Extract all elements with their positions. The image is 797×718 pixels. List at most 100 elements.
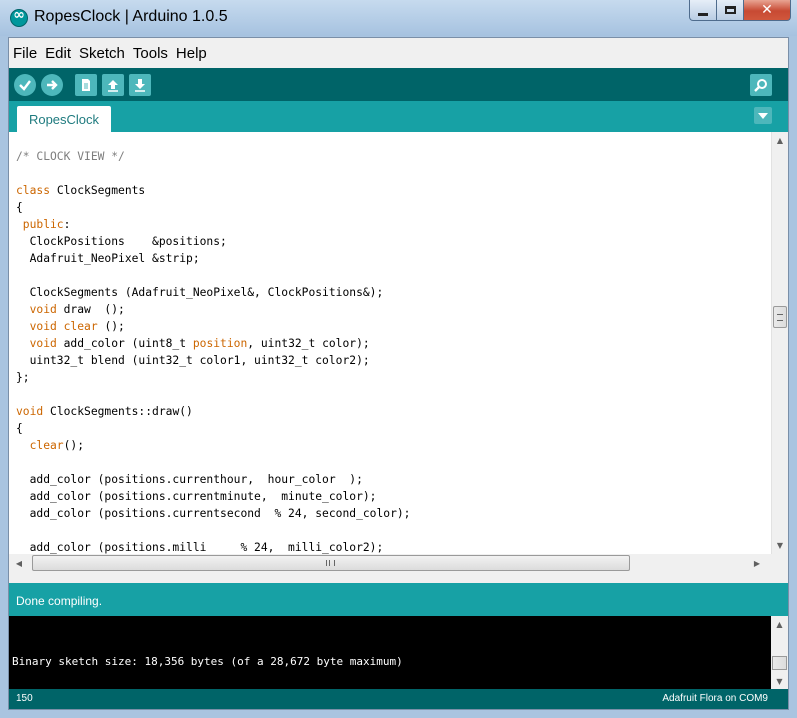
code-token: ClockSegments <box>50 184 146 197</box>
code-line[interactable] <box>16 454 410 471</box>
footer-bar: 150 Adafruit Flora on COM9 <box>9 689 788 709</box>
code-editor[interactable]: /* CLOCK VIEW */ class ClockSegments { pub… <box>9 132 788 554</box>
minimize-icon <box>698 12 708 16</box>
editor-vertical-scrollbar[interactable]: ▲ ▼ <box>771 132 788 554</box>
maximize-icon <box>724 6 736 14</box>
app-window: RopesClock | Arduino 1.0.5 ✕ File Edit S… <box>0 0 797 718</box>
editor-horizontal-scrollbar[interactable]: ◀ ▶ <box>9 554 788 572</box>
verify-button[interactable] <box>14 74 36 96</box>
code-line[interactable]: add_color (positions.currentminute, minu… <box>16 488 410 505</box>
code-line[interactable] <box>16 267 410 284</box>
console-text: Binary sketch size: 18,356 bytes (of a 2… <box>12 655 403 668</box>
status-message: Done compiling. <box>16 594 103 608</box>
new-button[interactable] <box>75 74 97 96</box>
open-icon <box>108 80 118 92</box>
code-keyword: void <box>16 405 44 418</box>
title-bar[interactable]: RopesClock | Arduino 1.0.5 ✕ <box>0 0 797 36</box>
code-text[interactable]: /* CLOCK VIEW */ class ClockSegments { pub… <box>16 148 410 556</box>
tab-bar: RopesClock <box>9 101 788 132</box>
code-token: ClockSegments (Adafruit_NeoPixel&, Clock… <box>16 286 384 299</box>
code-comment: /* CLOCK VIEW */ <box>16 150 125 163</box>
magnifier-icon <box>754 79 767 92</box>
console-output: Binary sketch size: 18,356 bytes (of a 2… <box>9 616 788 689</box>
code-line[interactable]: ClockSegments (Adafruit_NeoPixel&, Clock… <box>16 284 410 301</box>
ide-frame: File Edit Sketch Tools Help RopesClock /… <box>8 37 789 710</box>
horizontal-scroll-thumb[interactable] <box>32 555 630 571</box>
code-keyword: void <box>16 303 57 316</box>
close-icon: ✕ <box>761 2 773 18</box>
save-button[interactable] <box>129 74 151 96</box>
upload-button[interactable] <box>41 74 63 96</box>
menu-tools[interactable]: Tools <box>129 45 172 62</box>
code-token: ClockPositions &positions; <box>16 235 227 248</box>
console-scroll-up-icon[interactable]: ▲ <box>771 616 788 632</box>
code-line[interactable]: add_color (positions.currenthour, hour_c… <box>16 471 410 488</box>
code-keyword: clear <box>16 439 64 452</box>
verify-icon <box>19 80 31 91</box>
serial-monitor-button[interactable] <box>750 74 772 96</box>
close-button[interactable]: ✕ <box>744 0 791 21</box>
console-scroll-thumb[interactable] <box>772 656 787 670</box>
menu-bar: File Edit Sketch Tools Help <box>9 38 788 68</box>
code-token: { <box>16 422 23 435</box>
code-line[interactable]: add_color (positions.currentsecond % 24,… <box>16 505 411 522</box>
line-number: 150 <box>16 693 33 704</box>
code-line[interactable]: void clear (); <box>16 318 410 335</box>
code-line[interactable] <box>16 165 410 182</box>
scroll-down-icon[interactable]: ▼ <box>772 537 788 554</box>
code-token: ClockSegments::draw() <box>43 405 193 418</box>
code-token: (); <box>97 320 125 333</box>
code-token: add_color (uint8_t <box>56 337 193 350</box>
toolbar <box>9 68 788 101</box>
code-line[interactable]: Adafruit_NeoPixel &strip; <box>16 250 410 267</box>
code-line[interactable]: class ClockSegments <box>16 182 410 199</box>
code-line[interactable]: public: <box>16 216 410 233</box>
open-button[interactable] <box>102 74 124 96</box>
vertical-scroll-thumb[interactable] <box>773 306 787 328</box>
code-line[interactable]: { <box>16 420 410 437</box>
code-token: Adafruit_NeoPixel &strip; <box>16 252 200 265</box>
code-line[interactable]: /* CLOCK VIEW */ <box>16 148 410 165</box>
code-line[interactable]: uint32_t blend (uint32_t color1, uint32_… <box>16 352 410 369</box>
code-line[interactable]: clear(); <box>16 437 410 454</box>
code-line[interactable] <box>16 386 410 403</box>
scroll-up-icon[interactable]: ▲ <box>772 132 788 149</box>
tab-ropesclock[interactable]: RopesClock <box>17 106 111 132</box>
console-scrollbar[interactable]: ▲ ▼ <box>771 616 788 689</box>
tab-menu-button[interactable] <box>754 107 772 124</box>
code-token: (); <box>63 439 85 452</box>
code-line[interactable]: void ClockSegments::draw() <box>16 403 410 420</box>
window-title: RopesClock | Arduino 1.0.5 <box>34 8 228 25</box>
code-line[interactable]: void add_color (uint8_t position, uint32… <box>16 335 410 352</box>
status-bar: Done compiling. <box>9 583 788 616</box>
console-scroll-down-icon[interactable]: ▼ <box>771 673 788 689</box>
scroll-right-icon[interactable]: ▶ <box>749 554 765 572</box>
code-line[interactable]: }; <box>16 369 410 386</box>
code-token: add_color (positions.currenthour, hour_c… <box>16 473 363 486</box>
code-line[interactable]: ClockPositions &positions; <box>16 233 410 250</box>
code-keyword: class <box>16 184 51 197</box>
code-token: : <box>63 218 71 231</box>
menu-edit[interactable]: Edit <box>41 45 75 62</box>
upload-icon <box>47 80 58 90</box>
menu-help[interactable]: Help <box>172 45 211 62</box>
code-line[interactable] <box>16 522 410 539</box>
minimize-button[interactable] <box>689 0 717 21</box>
menu-file[interactable]: File <box>9 45 41 62</box>
code-line[interactable]: { <box>16 199 410 216</box>
code-keyword: public <box>16 218 64 231</box>
scroll-left-icon[interactable]: ◀ <box>11 554 27 572</box>
code-token: draw (); <box>56 303 125 316</box>
code-token: { <box>16 201 23 214</box>
code-token: }; <box>16 371 30 384</box>
code-keyword: clear <box>63 320 98 333</box>
chevron-down-icon <box>758 112 768 119</box>
board-port-label: Adafruit Flora on COM9 <box>662 693 768 704</box>
code-keyword: void <box>16 337 57 350</box>
maximize-button[interactable] <box>717 0 744 21</box>
code-line[interactable]: void draw (); <box>16 301 410 318</box>
code-token: add_color (positions.milli % 24, milli_c… <box>16 541 384 554</box>
menu-sketch[interactable]: Sketch <box>75 45 129 62</box>
new-icon <box>82 79 90 91</box>
code-keyword: position <box>192 337 248 350</box>
